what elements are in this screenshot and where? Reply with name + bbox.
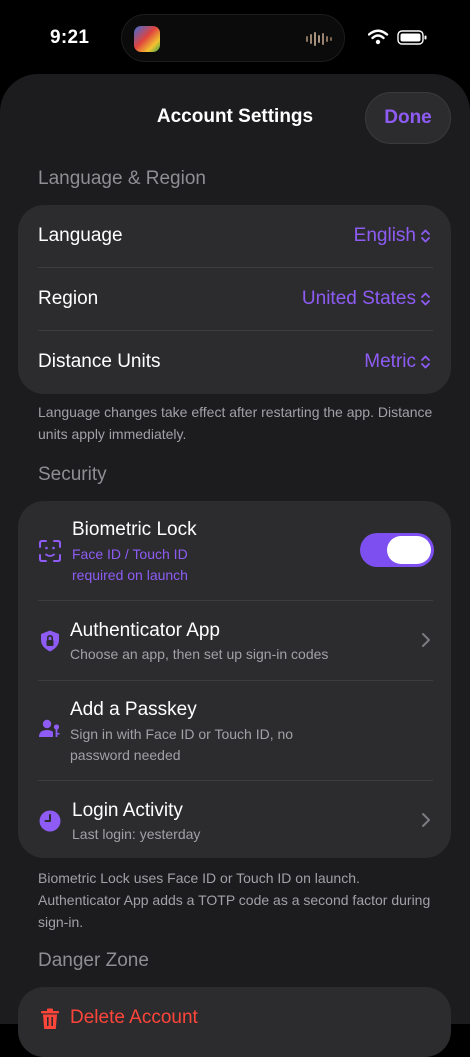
status-time: 9:21	[50, 27, 90, 48]
shield-lock-icon	[41, 630, 59, 652]
biometric-lock-title: Biometric Lock	[72, 519, 197, 540]
add-passkey-subtitle-2: password needed	[70, 747, 181, 763]
biometric-lock-subtitle-1: Face ID / Touch ID	[72, 546, 188, 562]
status-icons	[368, 29, 427, 45]
language-value[interactable]: English	[354, 225, 431, 247]
delete-account-label: Delete Account	[70, 1007, 198, 1028]
region-value[interactable]: United States	[302, 288, 431, 310]
add-passkey-title: Add a Passkey	[70, 699, 197, 720]
chevron-right-icon	[422, 633, 430, 647]
trash-icon	[41, 1008, 59, 1029]
biometric-lock-subtitle-2: required on launch	[72, 567, 188, 583]
add-passkey-subtitle-1: Sign in with Face ID or Touch ID, no	[70, 726, 294, 742]
battery-icon	[397, 30, 427, 45]
section-header-danger-zone: Danger Zone	[38, 950, 149, 971]
login-activity-row[interactable]: Login Activity Last login: yesterday	[18, 781, 451, 858]
person-key-icon	[39, 719, 60, 737]
authenticator-app-title: Authenticator App	[70, 620, 220, 641]
wifi-icon	[368, 29, 389, 45]
security-footer: Biometric Lock uses Face ID or Touch ID …	[38, 870, 431, 930]
distance-units-value[interactable]: Metric	[364, 351, 431, 373]
status-bar: 9:21	[0, 0, 470, 74]
language-region-footer: Language changes take effect after resta…	[38, 404, 433, 442]
language-row[interactable]: Language English	[18, 205, 451, 268]
region-row[interactable]: Region United States	[18, 268, 451, 331]
login-activity-subtitle: Last login: yesterday	[72, 826, 201, 842]
danger-zone-group: Delete Account	[18, 987, 451, 1057]
region-value-text: United States	[301, 288, 416, 309]
security-group: Biometric Lock Face ID / Touch ID requir…	[18, 501, 451, 858]
biometric-lock-toggle[interactable]	[360, 533, 434, 567]
distance-units-value-text: Metric	[364, 351, 416, 372]
language-region-group: Language English Region United States Di…	[18, 205, 451, 394]
chevron-right-icon	[422, 813, 430, 827]
up-down-chevron-icon	[421, 292, 430, 306]
region-label: Region	[38, 288, 99, 309]
done-button[interactable]: Done	[365, 92, 451, 144]
up-down-chevron-icon	[421, 229, 430, 243]
distance-units-row[interactable]: Distance Units Metric	[18, 331, 451, 394]
language-value-text: English	[353, 225, 416, 246]
up-down-chevron-icon	[421, 355, 430, 369]
app-icon	[134, 26, 160, 52]
dynamic-island[interactable]	[121, 14, 345, 62]
authenticator-app-subtitle: Choose an app, then set up sign-in codes	[70, 646, 329, 662]
section-header-security: Security	[38, 464, 107, 485]
language-label: Language	[38, 225, 123, 246]
clock-icon	[39, 810, 61, 832]
distance-units-label: Distance Units	[38, 351, 161, 372]
face-id-icon	[39, 540, 61, 562]
authenticator-app-row[interactable]: Authenticator App Choose an app, then se…	[18, 601, 451, 680]
login-activity-title: Login Activity	[72, 800, 183, 821]
add-passkey-row[interactable]: Add a Passkey Sign in with Face ID or To…	[18, 681, 451, 780]
audio-waveform-icon	[306, 32, 332, 46]
settings-sheet: Account Settings Done Language & Region …	[0, 74, 470, 1057]
section-header-language-region: Language & Region	[38, 168, 206, 189]
biometric-lock-row: Biometric Lock Face ID / Touch ID requir…	[18, 501, 451, 600]
toggle-knob	[387, 536, 431, 564]
delete-account-row[interactable]: Delete Account	[18, 987, 451, 1057]
